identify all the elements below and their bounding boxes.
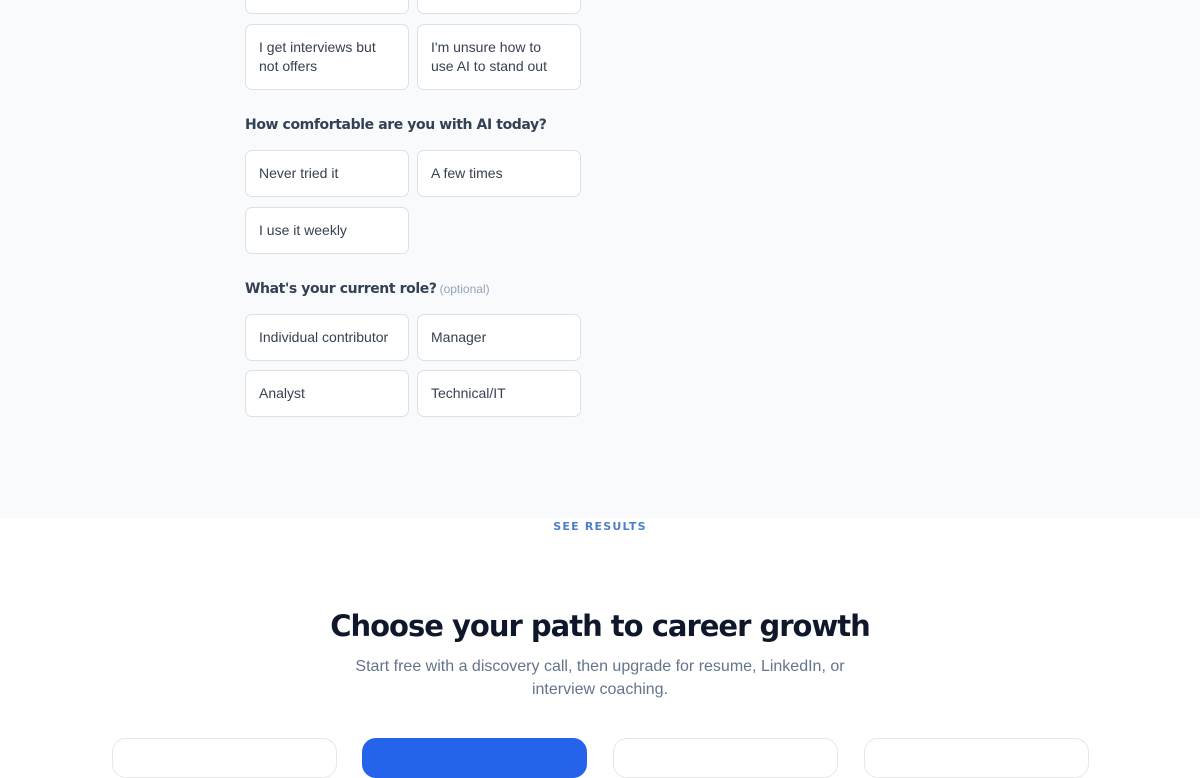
option-use-weekly[interactable]: I use it weekly bbox=[245, 207, 409, 254]
option-interviews-not-offers[interactable]: I get interviews but not offers bbox=[245, 24, 409, 90]
question-ai-comfort: How comfortable are you with AI today? bbox=[245, 117, 547, 133]
pricing-card[interactable] bbox=[613, 738, 838, 778]
option-card-partial[interactable] bbox=[417, 0, 581, 14]
option-label: Analyst bbox=[259, 385, 305, 401]
option-label: Manager bbox=[431, 329, 487, 345]
question-text: What's your current role? bbox=[245, 281, 437, 297]
option-manager[interactable]: Manager bbox=[417, 314, 581, 361]
pricing-subtitle: Start free with a discovery call, then u… bbox=[355, 658, 845, 698]
option-card-partial[interactable] bbox=[245, 0, 409, 14]
option-label: A few times bbox=[431, 165, 503, 181]
option-label: I use it weekly bbox=[259, 222, 347, 238]
option-few-times[interactable]: A few times bbox=[417, 150, 581, 197]
pricing-card[interactable] bbox=[864, 738, 1089, 778]
option-label: I get interviews but not offers bbox=[259, 39, 376, 74]
option-technical-it[interactable]: Technical/IT bbox=[417, 370, 581, 417]
option-label: Individual contributor bbox=[259, 329, 389, 345]
optional-note: (optional) bbox=[439, 282, 490, 296]
option-label: I'm unsure how to use AI to stand out bbox=[431, 39, 547, 74]
option-label: Never tried it bbox=[259, 165, 339, 181]
option-individual-contributor[interactable]: Individual contributor bbox=[245, 314, 409, 361]
question-current-role: What's your current role? (optional) bbox=[245, 281, 490, 297]
option-unsure-ai[interactable]: I'm unsure how to use AI to stand out bbox=[417, 24, 581, 90]
see-results-link[interactable]: SEE RESULTS bbox=[0, 519, 1200, 535]
option-label: Technical/IT bbox=[431, 385, 506, 401]
pricing-card-featured[interactable] bbox=[362, 738, 587, 778]
quiz-section: I get interviews but not offers I'm unsu… bbox=[0, 0, 1200, 518]
option-analyst[interactable]: Analyst bbox=[245, 370, 409, 417]
pricing-title: Choose your path to career growth bbox=[330, 609, 871, 643]
pricing-card[interactable] bbox=[112, 738, 337, 778]
option-never-tried[interactable]: Never tried it bbox=[245, 150, 409, 197]
